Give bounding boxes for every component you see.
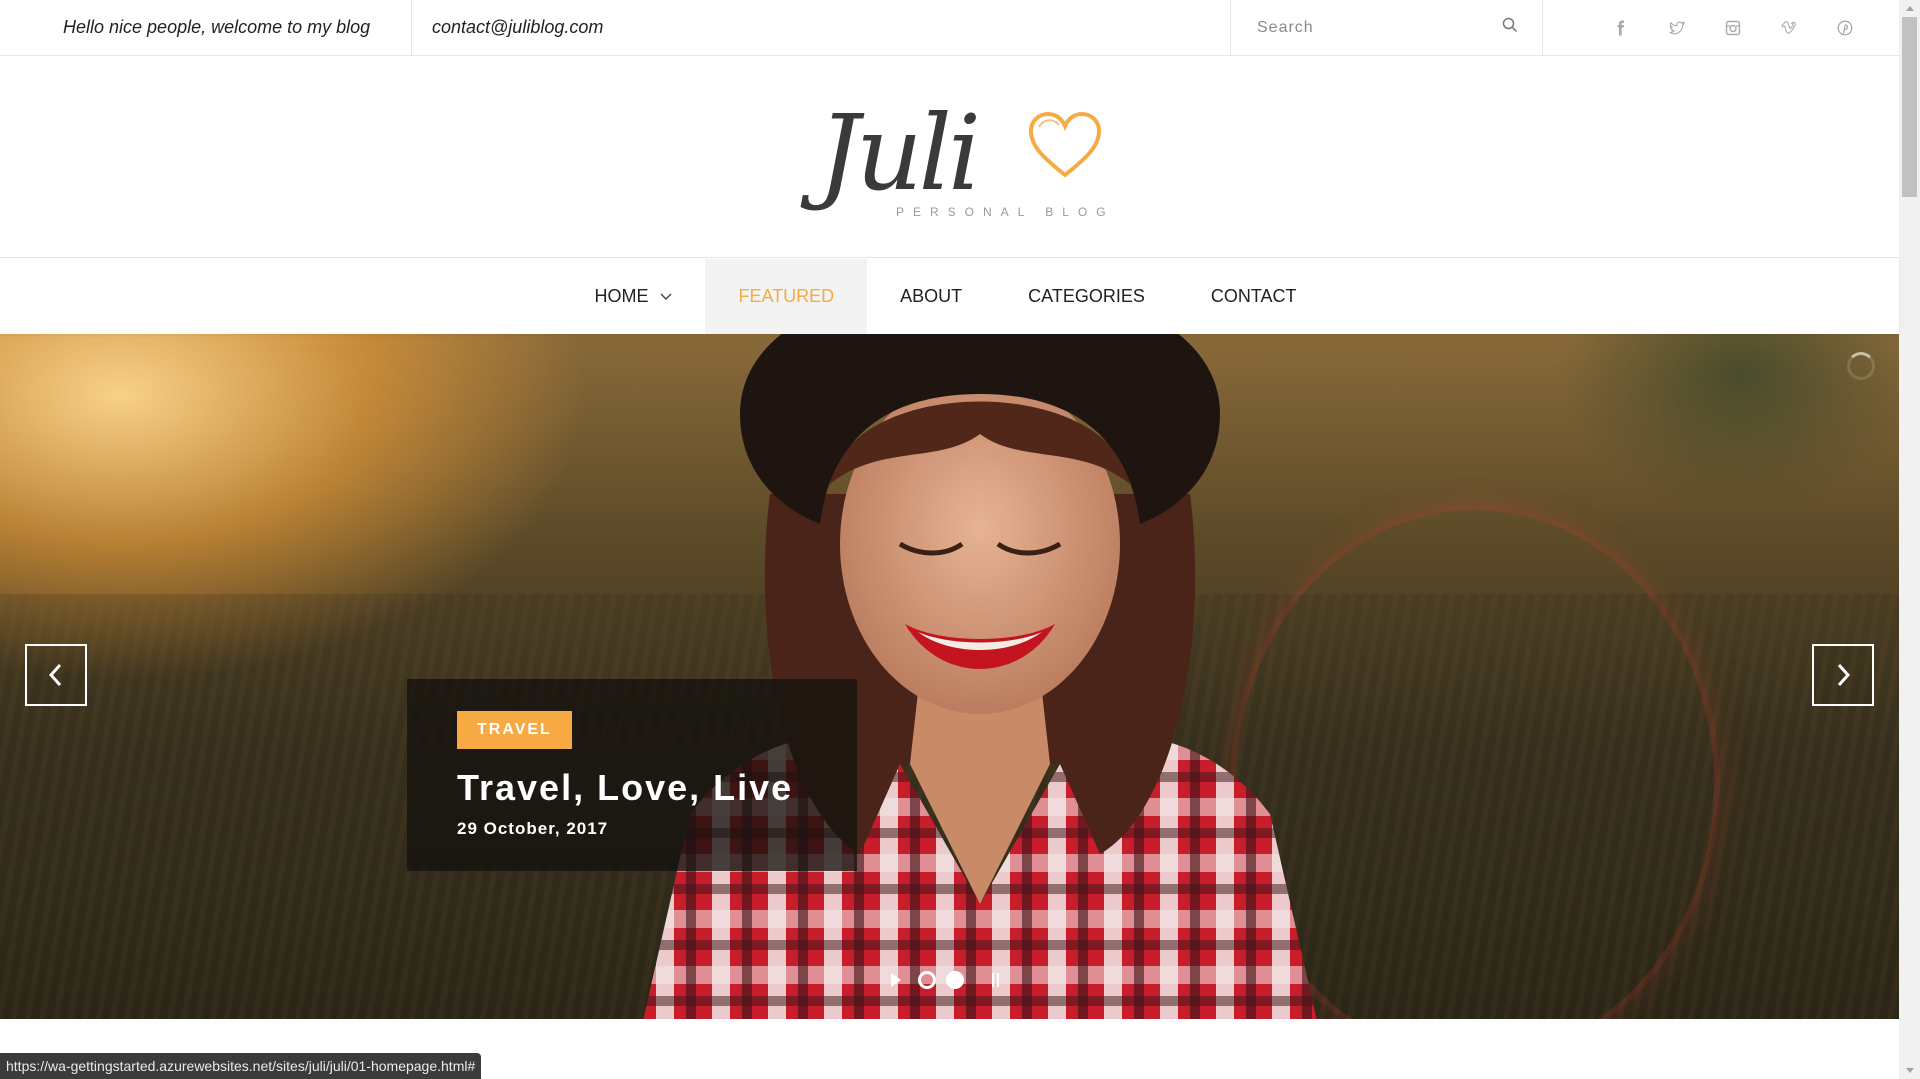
top-bar: Hello nice people, welcome to my blog co… [0,0,1899,56]
scroll-down-arrow-icon[interactable] [1899,1062,1920,1079]
logo-wordmark: Juli [818,92,981,214]
twitter-icon[interactable] [1649,0,1705,56]
hero-photo-woman [643,334,1317,1019]
vimeo-icon[interactable] [1761,0,1817,56]
slide-caption: TRAVEL Travel, Love, Live 29 October, 20… [407,679,857,871]
pause-icon[interactable] [988,971,1004,989]
nav-item-home[interactable]: HOME [561,259,705,334]
nav-item-categories[interactable]: CATEGORIES [995,259,1178,334]
search-input[interactable] [1257,18,1487,37]
pinterest-icon[interactable] [1817,0,1873,56]
slider-prev-button[interactable] [25,644,87,706]
slider-dot-1[interactable] [918,971,936,989]
chevron-down-icon [660,293,672,300]
facebook-icon[interactable] [1593,0,1649,56]
nav-item-about[interactable]: ABOUT [867,259,995,334]
heart-icon [1028,111,1102,178]
chevron-right-icon [1837,663,1851,687]
loading-spinner-icon [1847,352,1875,380]
nav-item-label: HOME [594,286,649,306]
slide-date: 29 October, 2017 [457,819,609,838]
chevron-left-icon [48,663,62,687]
social-links [1543,0,1899,55]
scroll-up-arrow-icon[interactable] [1899,0,1920,17]
scrollbar-thumb[interactable] [1902,17,1917,197]
header-logo-area: Juli PERSONAL BLOG [0,57,1899,258]
site-logo[interactable]: Juli PERSONAL BLOG [810,92,1106,233]
search-box [1231,0,1543,55]
nav-item-label: FEATURED [738,286,835,306]
nav-item-featured[interactable]: FEATURED [705,259,868,334]
logo-tagline: PERSONAL BLOG [896,205,1115,219]
main-nav: HOME FEATURED ABOUT CATEGORIES CONTACT [0,259,1899,334]
slider-next-button[interactable] [1812,644,1874,706]
page-scrollbar[interactable] [1899,0,1920,1079]
nav-item-label: CATEGORIES [1028,286,1145,306]
instagram-icon[interactable] [1705,0,1761,56]
browser-status-url: https://wa-gettingstarted.azurewebsites.… [0,1053,482,1079]
hero-slider: TRAVEL Travel, Love, Live 29 October, 20… [0,334,1899,1019]
search-icon[interactable] [1502,17,1518,38]
nav-item-label: CONTACT [1210,286,1297,306]
slide-title[interactable]: Travel, Love, Live [457,767,807,809]
contact-email-link[interactable]: contact@juliblog.com [412,0,1231,55]
slider-controls [888,970,1004,990]
play-icon[interactable] [888,970,904,990]
page: Hello nice people, welcome to my blog co… [0,0,1920,1079]
welcome-text: Hello nice people, welcome to my blog [0,0,412,55]
category-badge[interactable]: TRAVEL [457,711,572,749]
nav-item-label: ABOUT [900,286,963,306]
slider-dot-2[interactable] [946,971,964,989]
nav-item-contact[interactable]: CONTACT [1178,259,1330,334]
